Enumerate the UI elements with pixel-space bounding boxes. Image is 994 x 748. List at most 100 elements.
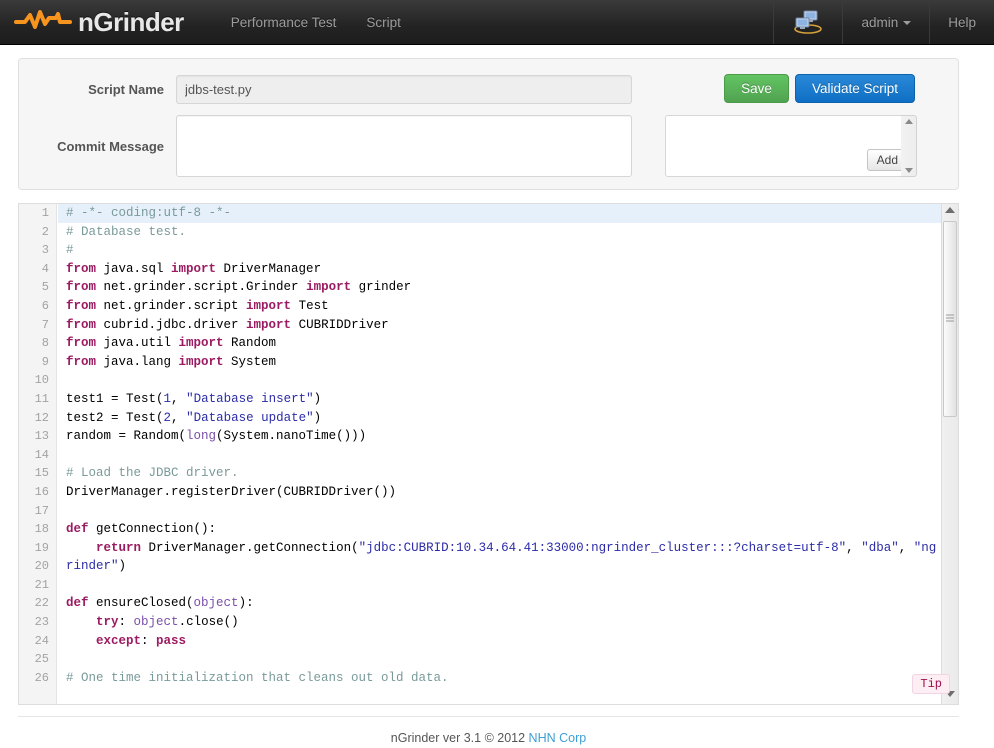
- code-token-plain: DriverManager.getConnection(: [141, 540, 359, 555]
- code-line[interactable]: from cubrid.jdbc.driver import CUBRIDDri…: [58, 316, 941, 335]
- line-number: 3: [41, 243, 49, 258]
- top-navbar: nGrinder Performance Test Script admin H…: [0, 0, 994, 45]
- code-token-plain: random = Random(: [66, 429, 187, 444]
- code-token-comment: # Database test.: [66, 224, 187, 239]
- code-editor-panel[interactable]: 1 2 3 4 5 6 7 8 9 10 11 12 13 14 15 16 17 18 19 20 21 22 23 24 2…: [18, 203, 959, 705]
- code-line[interactable]: random = Random(long(System.nanoTime())): [58, 427, 941, 446]
- code-line[interactable]: from net.grinder.script import Test: [58, 297, 941, 316]
- code-line[interactable]: except: pass: [58, 632, 941, 651]
- save-button[interactable]: Save: [724, 74, 789, 103]
- code-line[interactable]: [58, 446, 941, 465]
- code-line[interactable]: test1 = Test(1, "Database insert"): [58, 390, 941, 409]
- caret-down-icon: [903, 21, 912, 25]
- code-line[interactable]: DriverManager.registerDriver(CUBRIDDrive…: [58, 483, 941, 502]
- code-token-plain: System: [223, 354, 277, 369]
- code-token-number: 1: [163, 391, 172, 406]
- code-line[interactable]: from java.lang import System: [58, 353, 941, 372]
- editor-scrollbar-thumb[interactable]: [943, 221, 957, 417]
- code-line[interactable]: [58, 576, 941, 595]
- line-number: 16: [34, 484, 49, 499]
- code-token-keyword: from: [66, 298, 97, 313]
- footer-link-nhn-corp[interactable]: NHN Corp: [529, 731, 587, 745]
- script-name-label: Script Name: [88, 81, 164, 97]
- user-menu-admin[interactable]: admin: [843, 0, 929, 44]
- code-line[interactable]: [58, 650, 941, 669]
- code-line[interactable]: return DriverManager.getConnection("jdbc…: [58, 539, 941, 576]
- code-token-plain: net.grinder.script.Grinder: [96, 280, 307, 295]
- resource-list-box[interactable]: Add: [665, 115, 915, 177]
- code-token-plain: :: [118, 615, 134, 630]
- code-token-plain: ): [313, 391, 322, 406]
- code-line[interactable]: # Database test.: [58, 223, 941, 242]
- tip-badge[interactable]: Tip: [912, 674, 950, 694]
- resource-scrollbar[interactable]: [901, 115, 917, 177]
- editor-scroll-up-icon[interactable]: [945, 207, 955, 213]
- code-line[interactable]: # Load the JDBC driver.: [58, 464, 941, 483]
- code-line[interactable]: # One time initialization that cleans ou…: [58, 669, 941, 688]
- brand-title: nGrinder: [78, 6, 184, 37]
- code-token-plain: java.util: [96, 336, 179, 351]
- code-line[interactable]: from java.util import Random: [58, 334, 941, 353]
- script-name-input[interactable]: [176, 74, 632, 104]
- code-token-keyword: return: [96, 540, 142, 555]
- code-token-keyword: import: [171, 261, 217, 276]
- nav-link-performance-test[interactable]: Performance Test: [216, 0, 352, 44]
- code-token-keyword: from: [66, 354, 97, 369]
- line-number: 9: [41, 354, 49, 369]
- code-token-plain: CUBRIDDriver: [291, 317, 389, 332]
- code-token-plain: (System.nanoTime())): [216, 429, 367, 444]
- code-token-plain: ):: [238, 596, 254, 611]
- code-token-string: "Database insert": [186, 391, 314, 406]
- scroll-down-icon[interactable]: [904, 168, 913, 173]
- code-token-plain: DriverManager: [216, 261, 322, 276]
- code-line[interactable]: # -*- coding:utf-8 -*-: [58, 204, 941, 223]
- code-line[interactable]: [58, 687, 941, 704]
- code-line[interactable]: [58, 502, 941, 521]
- main-nav: Performance Test Script: [216, 0, 416, 44]
- code-token-plain: ,: [898, 540, 914, 555]
- code-token-keyword: from: [66, 336, 97, 351]
- brand-logo-link[interactable]: nGrinder: [0, 0, 198, 44]
- code-line[interactable]: def getConnection():: [58, 520, 941, 539]
- code-line[interactable]: [58, 371, 941, 390]
- code-line[interactable]: #: [58, 241, 941, 260]
- code-line[interactable]: test2 = Test(2, "Database update"): [58, 409, 941, 428]
- code-token-plain: net.grinder.script: [96, 298, 247, 313]
- line-number: 11: [34, 391, 49, 406]
- code-token-keyword: import: [246, 317, 292, 332]
- page-footer: nGrinder ver 3.1 © 2012 NHN Corp: [18, 716, 959, 745]
- code-token-plain: ,: [171, 391, 187, 406]
- code-token-string: "dba": [861, 540, 899, 555]
- code-token-string: "jdbc:CUBRID:10.34.64.41:33000:ngrinder_…: [358, 540, 847, 555]
- code-token-keyword: try: [96, 615, 119, 630]
- code-content-area[interactable]: # -*- coding:utf-8 -*- # Database test. # f…: [58, 204, 941, 704]
- code-token-plain: DriverManager.registerDriver(CUBRIDDrive…: [66, 484, 397, 499]
- line-number: 1: [41, 206, 49, 220]
- line-number: 15: [34, 466, 49, 481]
- footer-text: nGrinder ver 3.1 © 2012: [390, 731, 529, 745]
- network-computers-icon[interactable]: [774, 0, 842, 44]
- code-token-number: 2: [163, 410, 172, 425]
- code-line[interactable]: try: object.close(): [58, 613, 941, 632]
- line-number: 5: [41, 280, 49, 295]
- nav-link-help[interactable]: Help: [930, 0, 994, 44]
- line-number: 17: [34, 503, 49, 518]
- code-token-builtin: long: [186, 429, 217, 444]
- editor-scrollbar[interactable]: [941, 204, 958, 704]
- code-token-plain: ): [313, 410, 322, 425]
- code-token-builtin: object: [193, 596, 239, 611]
- nav-link-script[interactable]: Script: [351, 0, 416, 44]
- scroll-up-icon[interactable]: [904, 119, 913, 124]
- script-form-panel: Script Name Commit Message Save Validate…: [18, 58, 959, 190]
- code-token-keyword: import: [306, 280, 352, 295]
- code-line[interactable]: from net.grinder.script.Grinder import g…: [58, 278, 941, 297]
- line-number: 19: [34, 540, 49, 555]
- code-line[interactable]: def ensureClosed(object):: [58, 594, 941, 613]
- validate-script-button[interactable]: Validate Script: [794, 74, 915, 103]
- commit-message-input[interactable]: [176, 115, 632, 177]
- code-token-builtin: object: [133, 615, 179, 630]
- code-token-keyword: from: [66, 261, 97, 276]
- code-line[interactable]: from java.sql import DriverManager: [58, 260, 941, 279]
